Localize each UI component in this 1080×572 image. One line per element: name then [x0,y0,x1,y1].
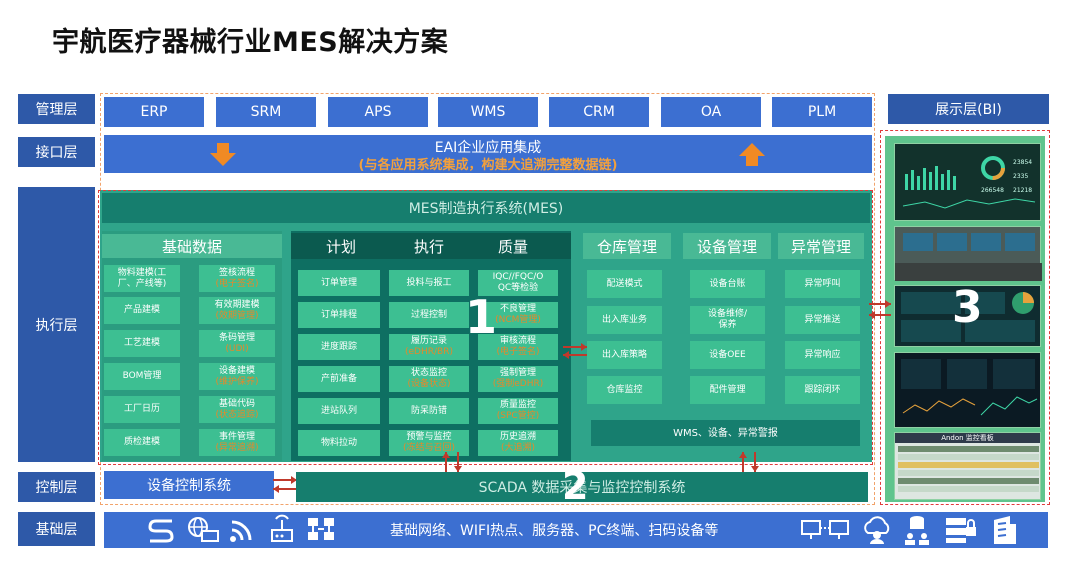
screen-number: 21218 [1013,187,1032,194]
andon-screen: Andon 监控看板 [894,432,1041,500]
layer-label-management: 管理层 [18,94,95,124]
network-line-icon [148,519,174,543]
mgmt-srm[interactable]: SRM [216,97,316,127]
display-layer-bi: 展示层(BI) [888,94,1049,124]
database-users-icon [905,516,929,545]
andon-table-graphic [898,446,1039,492]
globe-computer-icon [188,517,219,542]
mes-frame [98,190,873,465]
mgmt-wms[interactable]: WMS [438,97,538,127]
layer-label-execution: 执行层 [18,187,95,462]
bidirectional-arrow-icon [869,300,891,319]
router-icon [271,514,293,542]
dashboard-screen: 23854 2335 266548 21218 [894,143,1041,221]
up-arrow-icon [739,143,765,166]
mgmt-oa[interactable]: OA [661,97,761,127]
down-arrow-icon [210,143,236,166]
mgmt-crm[interactable]: CRM [549,97,649,127]
screen-number: 266548 [981,187,1004,194]
mgmt-aps[interactable]: APS [328,97,428,127]
mgmt-erp[interactable]: ERP [104,97,204,127]
marker-number-2: 2 [562,464,589,508]
vertical-arrows-icon [739,452,759,472]
device-control-system[interactable]: 设备控制系统 [104,471,274,499]
layer-label-foundation: 基础层 [18,512,95,546]
building-server-icon [994,516,1016,544]
dashboard-graphic: 23854 2335 266548 21218 [902,156,1036,209]
server-lock-icon [946,518,976,543]
foundation-text: 基础网络、WIFI热点、服务器、PC终端、扫码设备等 [390,523,719,539]
control-room-graphic [895,233,1042,281]
layer-label-control: 控制层 [18,472,95,502]
cloud-user-icon [864,516,890,544]
wifi-icon [230,520,252,542]
andon-title: Andon 监控看板 [895,433,1040,443]
mgmt-plm[interactable]: PLM [772,97,872,127]
control-room-photo [894,226,1042,281]
vertical-arrows-icon [442,452,462,472]
screen-number: 2335 [1013,173,1028,180]
page-title: 宇航医疗器械行业MES解决方案 [52,27,449,58]
pc-terminals-icon [801,520,849,539]
screen-number: 23854 [1013,159,1032,166]
dark-dashboard-graphic [901,359,1038,416]
layer-label-interface: 接口层 [18,137,95,167]
marker-number-3: 3 [952,282,983,333]
network-nodes-icon [308,518,334,540]
eai-bar: EAI企业应用集成 (与各应用系统集成，构建大追溯完整数据链) [104,135,872,173]
dark-dashboard-screen [894,352,1041,428]
